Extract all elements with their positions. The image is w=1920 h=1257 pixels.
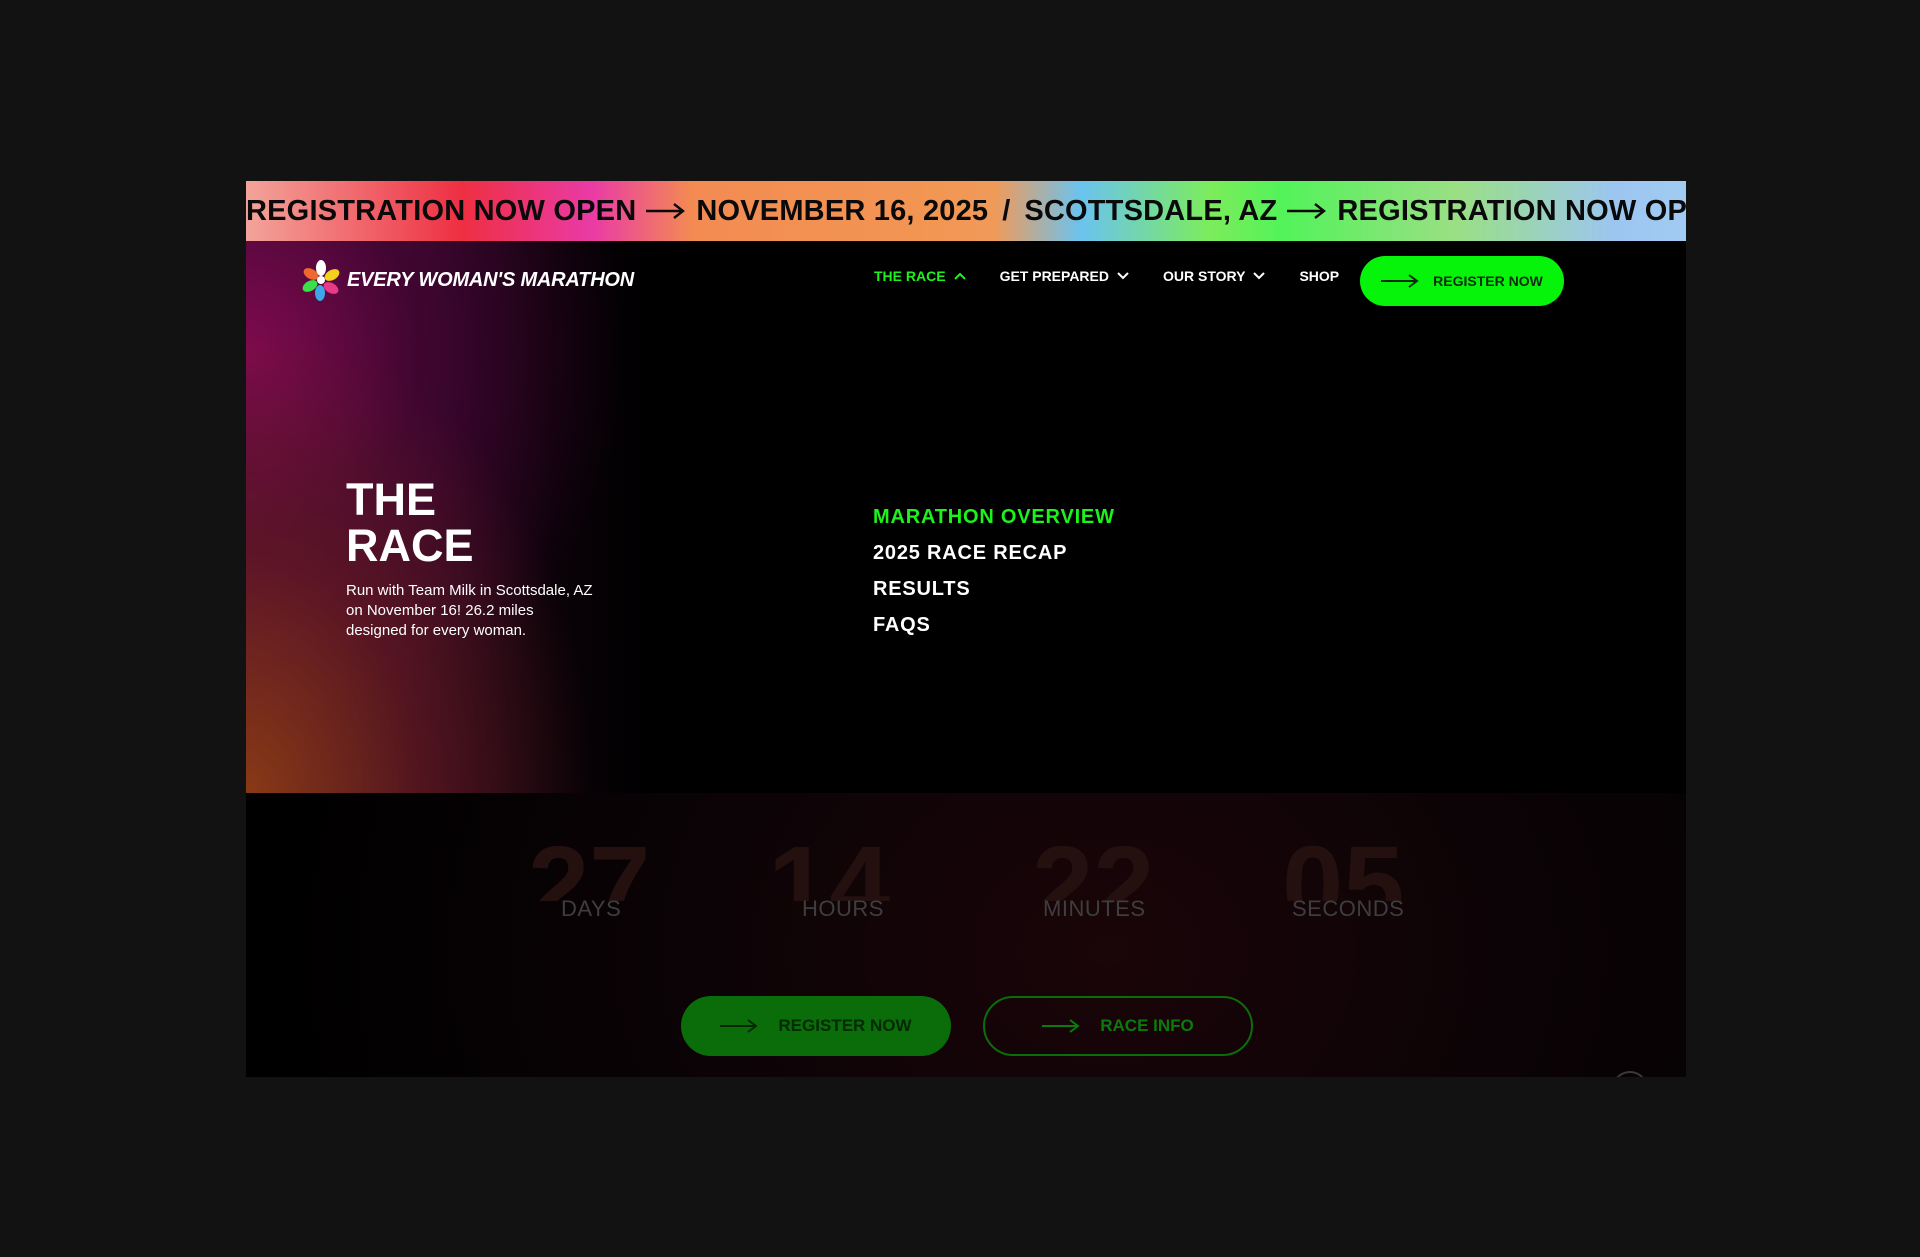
arrow-right-icon (1381, 274, 1419, 288)
menu-links: MARATHON OVERVIEW 2025 RACE RECAP RESULT… (873, 506, 1115, 650)
countdown-digits: 27 14 22 05 (246, 831, 1686, 901)
logo-text: EVERY WOMAN'S MARATHON (347, 268, 635, 291)
countdown-label-days: DAYS (561, 896, 622, 921)
site-header: EVERY WOMAN'S MARATHON THE RACE GET PREP… (246, 241, 1686, 321)
menu-title-line: THE (346, 474, 436, 525)
hero-register-button[interactable]: REGISTER NOW (681, 996, 951, 1056)
race-info-button[interactable]: RACE INFO (983, 996, 1253, 1056)
nav-label: OUR STORY (1163, 268, 1246, 284)
ticker-separator: / (1002, 194, 1011, 227)
flower-logo-icon (302, 260, 340, 301)
ticker-track: REGISTRATION NOW OPEN NOVEMBER 16, 2025 … (246, 195, 1686, 228)
chevron-up-icon (953, 272, 966, 280)
ticker-text: REGISTRATION NOW OPEN (246, 194, 637, 227)
announcement-ticker: REGISTRATION NOW OPEN NOVEMBER 16, 2025 … (246, 181, 1686, 241)
race-info-label: RACE INFO (1100, 1016, 1194, 1035)
menu-description: Run with Team Milk in Scottsdale, AZ on … (346, 582, 593, 639)
browser-viewport: REGISTRATION NOW OPEN NOVEMBER 16, 2025 … (246, 181, 1686, 1077)
menu-link-faqs[interactable]: FAQS (873, 614, 1115, 637)
nav-item-our-story[interactable]: OUR STORY (1163, 268, 1266, 284)
ticker-text: NOVEMBER 16, 2025 (696, 194, 989, 227)
ticker-text: SCOTTSDALE, AZ (1024, 194, 1278, 227)
arrow-right-icon (646, 203, 686, 219)
nav-item-the-race[interactable]: THE RACE (874, 268, 967, 284)
nav-label: THE RACE (874, 268, 946, 284)
arrow-right-icon (720, 1019, 759, 1033)
hero-register-label: REGISTER NOW (778, 1016, 912, 1035)
video-play-button[interactable] (1612, 1071, 1648, 1077)
the-race-mega-menu: THE RACE Run with Team Milk in Scottsdal… (246, 241, 1686, 793)
menu-feature-card: THE RACE Run with Team Milk in Scottsdal… (246, 241, 656, 793)
nav-item-shop[interactable]: SHOP (1299, 268, 1339, 284)
ticker-text: REGISTRATION NOW OPEN (1337, 194, 1686, 227)
countdown-seconds-value: 05 (1282, 831, 1405, 901)
chevron-down-icon (1117, 272, 1129, 280)
countdown-hours-value: 14 (768, 831, 891, 901)
countdown-days-value: 27 (528, 831, 651, 901)
header-register-button[interactable]: REGISTER NOW (1360, 256, 1564, 306)
site-logo[interactable]: EVERY WOMAN'S MARATHON (301, 259, 634, 301)
main-nav: THE RACE GET PREPARED OUR STORY SHOP (874, 268, 1372, 284)
menu-title-line: RACE (346, 520, 474, 571)
menu-link-results[interactable]: RESULTS (873, 578, 1115, 601)
countdown-label-seconds: SECONDS (1292, 896, 1405, 921)
arrow-right-icon (1287, 203, 1327, 219)
menu-link-race-recap[interactable]: 2025 RACE RECAP (873, 542, 1115, 565)
nav-label: SHOP (1299, 268, 1340, 284)
nav-item-get-prepared[interactable]: GET PREPARED (1000, 268, 1130, 284)
countdown-label-minutes: MINUTES (1043, 896, 1146, 921)
menu-link-marathon-overview[interactable]: MARATHON OVERVIEW (873, 506, 1115, 529)
chevron-down-icon (1253, 272, 1266, 280)
countdown-minutes-value: 22 (1032, 831, 1155, 901)
register-label: REGISTER NOW (1433, 273, 1543, 289)
menu-title: THE RACE (346, 477, 546, 569)
countdown-label-hours: HOURS (802, 896, 884, 921)
arrow-right-icon (1042, 1019, 1080, 1033)
nav-label: GET PREPARED (999, 268, 1109, 284)
